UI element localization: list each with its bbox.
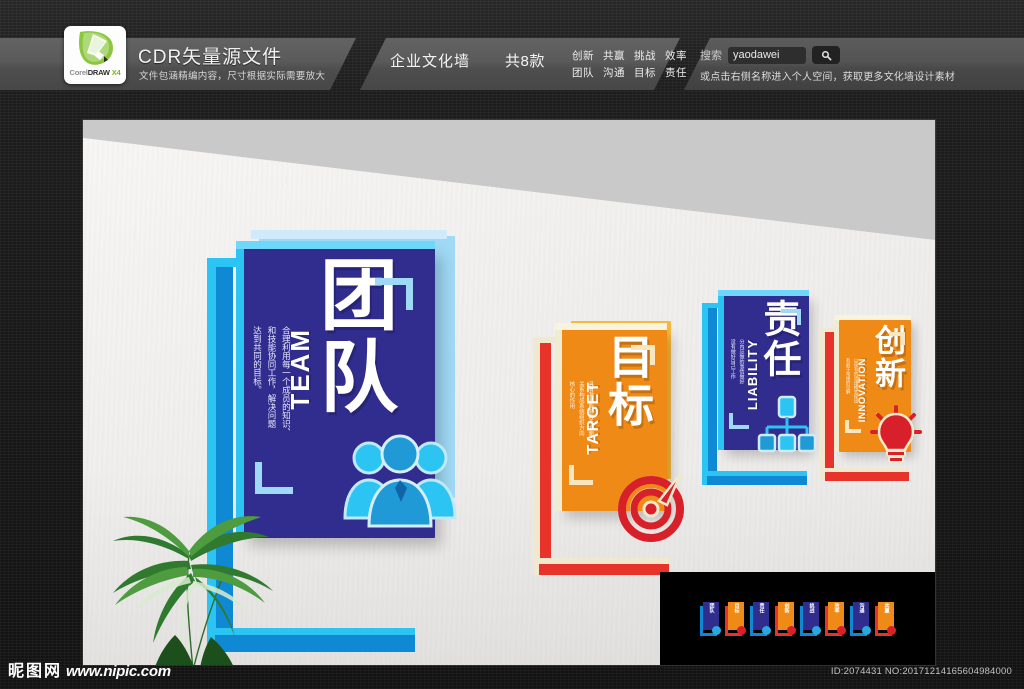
thumbnail-item[interactable]: 效率 — [825, 601, 846, 636]
thumbnail-label: 共赢 — [883, 602, 890, 613]
innovation-desc-line: 以现有的思维模式提出 — [854, 358, 860, 403]
tag-item[interactable]: 效率 — [665, 48, 687, 63]
tag-item[interactable]: 责任 — [665, 65, 687, 80]
thumbnail-label: 责任 — [758, 602, 765, 613]
thumbnail-icon — [887, 625, 896, 635]
thumbnail-icon — [862, 625, 871, 635]
thumbnail-label: 创新 — [783, 602, 790, 613]
logo-text-draw: DRAW — [87, 68, 110, 77]
cdr-title: CDR矢量源文件 — [138, 47, 283, 68]
tag-item[interactable]: 创新 — [572, 48, 594, 63]
target-corner-top-right — [631, 345, 655, 365]
potted-palm-plant — [93, 485, 303, 665]
panel-liability[interactable]: 责任 LIABILITY 分内应做的事情做好 没有做好自己工作 — [693, 285, 823, 500]
innovation-corner-bottom-left — [845, 420, 861, 433]
liability-desc-line: 没有做好自己工作 — [729, 339, 736, 379]
lightbulb-icon — [869, 404, 923, 466]
thumbnail-icon — [712, 625, 721, 635]
team-board-backplate-edge — [251, 230, 447, 239]
innovation-corner-top-right — [889, 332, 905, 345]
thumbnail-label: 挑战 — [808, 602, 815, 613]
logo-text-version: X4 — [111, 68, 121, 77]
thumbnail-item[interactable]: 目标 — [725, 601, 746, 636]
search-hint: 或点击右侧名称进入个人空间，获取更多文化墙设计素材 — [700, 72, 955, 83]
target-corner-bottom-left — [569, 465, 593, 485]
thumbnail-item[interactable]: 责任 — [750, 601, 771, 636]
search-label: 搜索 — [700, 50, 722, 62]
thumbnail-icon — [812, 625, 821, 635]
keyword-tags: 创新 共赢 挑战 效率 团队 沟通 目标 责任 — [572, 48, 687, 80]
coreldraw-logo: CorelDRAW X4 — [64, 26, 126, 84]
tag-item[interactable]: 目标 — [634, 65, 656, 80]
coreldraw-logo-text: CorelDRAW X4 — [70, 68, 121, 77]
thumbnail-strip: 团队 目标 责任 创新 挑战 效率 沟通 共赢 — [660, 572, 935, 665]
liability-corner-top-right — [781, 309, 801, 325]
panel-target[interactable]: 目标 TARGET 具有激系能够各个方面 关系构成系统组织方向 核心的作用 — [523, 315, 693, 590]
thumbnail-item[interactable]: 沟通 — [850, 601, 871, 636]
thumbnail-label: 目标 — [733, 602, 740, 613]
team-people-icon — [341, 426, 459, 534]
org-chart-icon — [757, 393, 819, 455]
thumbnail-label: 沟通 — [858, 602, 865, 613]
team-corner-top-right — [375, 278, 413, 310]
target-desc-line: 具有激系能够各个方面 — [587, 381, 594, 436]
thumbnail-icon — [787, 625, 796, 635]
target-dartboard-icon — [615, 463, 691, 543]
thumbnail-item[interactable]: 创新 — [775, 601, 796, 636]
thumbnail-label: 效率 — [833, 602, 840, 613]
thumbnail-icon — [737, 625, 746, 635]
thumbnail-icon — [837, 625, 846, 635]
liability-corner-bottom-left — [729, 413, 749, 429]
innovation-desc-line: 有别于常规的见解 — [846, 358, 852, 394]
search-icon — [821, 50, 831, 60]
nipic-logo-url: www.nipic.com — [66, 663, 171, 680]
nipic-logo-cn: 昵图网 — [8, 663, 63, 680]
search-button[interactable] — [812, 46, 840, 64]
thumbnail-label: 团队 — [708, 602, 715, 613]
target-desc-line: 关系构成系统组织方向 — [577, 381, 584, 436]
liability-desc-line: 分内应做的事情做好 — [738, 339, 745, 384]
cdr-subtitle: 文件包涵精编内容，尺寸根据实际需要放大 — [139, 71, 326, 82]
search-input[interactable] — [728, 46, 806, 64]
nipic-watermark: 昵图网 www.nipic.com — [8, 657, 171, 681]
logo-text-corel: Corel — [69, 68, 88, 77]
thumbnail-icon — [762, 625, 771, 635]
product-title: 企业文化墙 — [390, 53, 471, 70]
team-desc-line: 合理利用每一个成员的知识、 — [281, 326, 292, 437]
panel-innovation[interactable]: 创新 INNOVATION 以现有的思维模式提出 有别于常规的见解 — [813, 312, 923, 492]
product-count: 共8款 — [505, 53, 545, 70]
culture-wall-scene: 团队 TEAM 合理利用每一个成员的知识、 和技能协同工作，解决问题 达到共同的… — [83, 120, 935, 665]
tag-item[interactable]: 沟通 — [603, 65, 625, 80]
thumbnail-item[interactable]: 团队 — [700, 601, 721, 636]
tag-item[interactable]: 共赢 — [603, 48, 625, 63]
thumbnail-item[interactable]: 共赢 — [875, 601, 896, 636]
team-desc-line: 达到共同的目标。 — [252, 326, 263, 394]
search-area: 搜索 — [700, 46, 840, 64]
coreldraw-balloon-icon — [74, 29, 116, 67]
thumbnail-item[interactable]: 挑战 — [800, 601, 821, 636]
tag-item[interactable]: 团队 — [572, 65, 594, 80]
asset-id-line: ID:2074431 NO:20171214165604984000 — [830, 666, 1012, 677]
team-desc-line: 和技能协同工作，解决问题 — [266, 326, 277, 428]
target-desc-line: 核心的作用 — [568, 381, 575, 409]
tag-item[interactable]: 挑战 — [634, 48, 656, 63]
